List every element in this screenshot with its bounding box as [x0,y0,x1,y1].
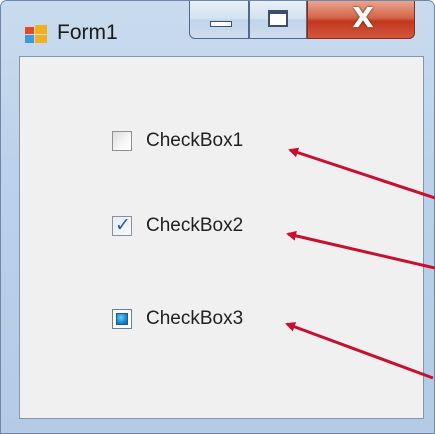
caption-buttons: X [189,1,435,39]
form-client-area: CheckBox1 ✓ CheckBox2 CheckBox3 [19,56,424,419]
maximize-button[interactable] [249,1,307,39]
checkmark-icon: ✓ [115,214,131,236]
checkbox-1-box[interactable] [112,131,132,151]
checkbox-2-box[interactable]: ✓ [112,214,132,236]
form-window: Form1 X CheckBox1 ✓ CheckBox2 CheckBox3 [0,0,435,434]
window-title: Form1 [57,21,118,44]
app-icon [25,25,47,43]
checkbox-2-label[interactable]: CheckBox2 [146,213,243,239]
close-icon: X [352,1,374,34]
maximize-icon [268,10,288,27]
checkbox-3-label[interactable]: CheckBox3 [146,306,243,332]
indeterminate-fill-icon [116,313,128,325]
title-bar[interactable]: Form1 X [1,1,435,53]
checkbox-3-box[interactable] [112,309,132,329]
minimize-button[interactable] [189,1,249,39]
close-button[interactable]: X [307,1,415,39]
minimize-icon [210,21,232,27]
checkbox-1-label[interactable]: CheckBox1 [146,128,243,154]
